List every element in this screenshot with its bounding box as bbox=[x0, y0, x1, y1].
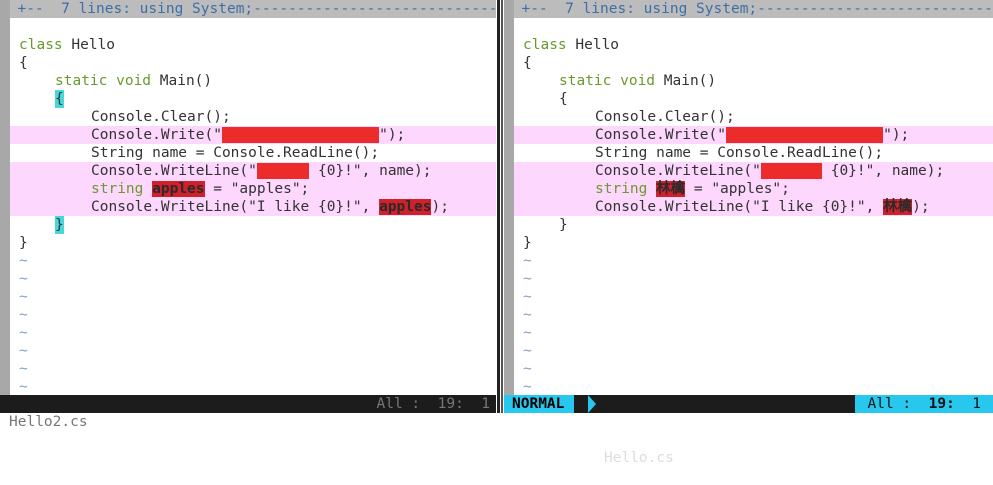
code-line-diff[interactable]: Console.Write(" "); bbox=[514, 126, 993, 144]
redacted-text bbox=[760, 163, 822, 179]
code-line[interactable]: { bbox=[10, 54, 496, 72]
statusline-filename: Hello2.cs bbox=[9, 414, 88, 430]
fold-text: + +-- 7 lines: using System; bbox=[0, 1, 254, 17]
empty-line-marker: ~ bbox=[523, 325, 532, 341]
redacted-text bbox=[256, 163, 310, 179]
code-line[interactable]: Console.Clear(); bbox=[10, 108, 496, 126]
diff-highlight: apples bbox=[379, 199, 432, 215]
fold-fill: ------------------------------- bbox=[253, 1, 496, 17]
empty-line-marker: ~ bbox=[19, 253, 28, 269]
fold-text: + +-- 7 lines: using System; bbox=[504, 1, 758, 17]
code-line[interactable]: } bbox=[10, 234, 496, 252]
sign-column bbox=[504, 0, 514, 395]
vertical-split-divider[interactable] bbox=[496, 0, 504, 413]
statusline-left: Hello2.cs All : 19: 1 bbox=[0, 395, 496, 430]
matching-brace: } bbox=[55, 216, 64, 234]
code-line-diff[interactable]: string 林檎 = "apples"; bbox=[514, 180, 993, 198]
code-line-diff[interactable]: Console.WriteLine("I like {0}!", apples)… bbox=[10, 198, 496, 216]
statusline-position: All : 19: 1 bbox=[372, 395, 496, 413]
redacted-text bbox=[221, 127, 380, 143]
empty-line-marker: ~ bbox=[523, 379, 532, 395]
empty-line-marker: ~ bbox=[523, 289, 532, 305]
statusline-right: NORMAL Hello.cs All : 19: 1 bbox=[504, 395, 993, 466]
empty-line-marker: ~ bbox=[523, 343, 532, 359]
empty-line-marker: ~ bbox=[19, 379, 28, 395]
matching-brace: { bbox=[55, 90, 64, 108]
fold-line[interactable]: + +-- 7 lines: using System;------------… bbox=[0, 0, 496, 18]
statusline-position: All : 19: 1 bbox=[855, 395, 993, 413]
code-line[interactable]: { bbox=[514, 54, 993, 72]
redacted-text bbox=[725, 127, 884, 143]
code-line[interactable]: } bbox=[514, 216, 993, 234]
empty-line-marker: ~ bbox=[19, 307, 28, 323]
code-line[interactable]: String name = Console.ReadLine(); bbox=[514, 144, 993, 162]
code-line-diff[interactable]: Console.Write(" "); bbox=[10, 126, 496, 144]
empty-line-marker: ~ bbox=[523, 361, 532, 377]
empty-line-marker: ~ bbox=[19, 361, 28, 377]
code-line[interactable]: String name = Console.ReadLine(); bbox=[10, 144, 496, 162]
diff-highlight: 林檎 bbox=[656, 181, 686, 197]
empty-line-marker: ~ bbox=[19, 343, 28, 359]
empty-line-marker: ~ bbox=[523, 307, 532, 323]
statusline-filename: Hello.cs bbox=[604, 450, 674, 466]
code-line[interactable]: } bbox=[514, 234, 993, 252]
code-line[interactable]: { bbox=[514, 90, 993, 108]
empty-line-marker: ~ bbox=[19, 325, 28, 341]
powerline-separator-icon bbox=[588, 395, 596, 413]
editor-pane-right[interactable]: + +-- 7 lines: using System;------------… bbox=[504, 0, 993, 395]
code-line[interactable]: } bbox=[10, 216, 496, 234]
code-line-diff[interactable]: Console.WriteLine("I like {0}!", 林檎); bbox=[514, 198, 993, 216]
empty-line-marker: ~ bbox=[19, 271, 28, 287]
code-line[interactable]: Console.Clear(); bbox=[514, 108, 993, 126]
code-line-diff[interactable]: Console.WriteLine(" {0}!", name); bbox=[514, 162, 993, 180]
code-line[interactable]: { bbox=[10, 90, 496, 108]
code-line-diff[interactable]: Console.WriteLine(" {0}!", name); bbox=[10, 162, 496, 180]
empty-line-marker: ~ bbox=[523, 253, 532, 269]
empty-line-marker: ~ bbox=[523, 271, 532, 287]
code-line[interactable]: class Hello bbox=[10, 36, 496, 54]
fold-fill: ------------------------------- bbox=[757, 1, 993, 17]
diff-highlight: 林檎 bbox=[883, 199, 913, 215]
editor-pane-left[interactable]: + +-- 7 lines: using System;------------… bbox=[0, 0, 496, 395]
empty-line-marker: ~ bbox=[19, 289, 28, 305]
mode-indicator: NORMAL bbox=[504, 395, 575, 413]
code-line[interactable]: static void Main() bbox=[514, 72, 993, 90]
fold-line[interactable]: + +-- 7 lines: using System;------------… bbox=[504, 0, 993, 18]
diff-highlight: apples bbox=[152, 181, 205, 197]
sign-column bbox=[0, 0, 10, 395]
code-line-diff[interactable]: string apples = "apples"; bbox=[10, 180, 496, 198]
code-line[interactable]: class Hello bbox=[514, 36, 993, 54]
code-line[interactable]: static void Main() bbox=[10, 72, 496, 90]
